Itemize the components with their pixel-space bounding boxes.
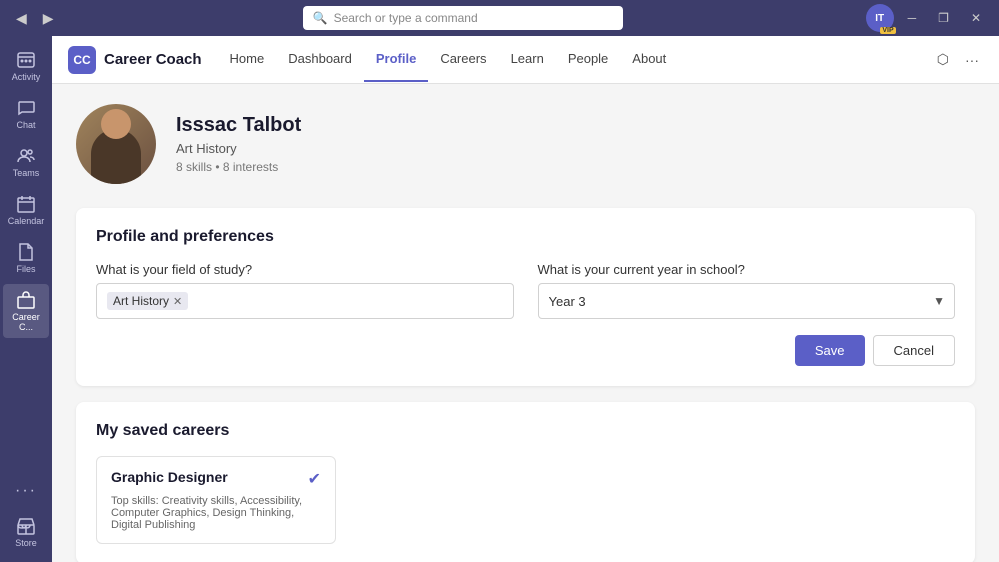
sidebar-item-teams[interactable]: Teams: [3, 140, 49, 184]
main-area: CC Career Coach Home Dashboard Profile C…: [52, 36, 999, 562]
sidebar-item-store-label: Store: [15, 538, 37, 548]
preferences-title: Profile and preferences: [96, 228, 955, 246]
saved-careers-card: My saved careers Graphic Designer ✔ Top …: [76, 402, 975, 562]
sidebar: Activity Chat Teams Calendar Files Caree…: [0, 36, 52, 562]
nav-careers[interactable]: Careers: [428, 37, 498, 82]
store-icon: [16, 516, 36, 536]
nav-people[interactable]: People: [556, 37, 620, 82]
saved-careers-title: My saved careers: [96, 422, 955, 440]
sidebar-item-activity-label: Activity: [12, 72, 41, 82]
nav-dashboard[interactable]: Dashboard: [276, 37, 364, 82]
calendar-icon: [16, 194, 36, 214]
sidebar-item-teams-label: Teams: [13, 168, 40, 178]
year-select[interactable]: Year 1 Year 2 Year 3 Year 4 Year 5: [538, 283, 956, 319]
minimize-button[interactable]: ─: [900, 9, 925, 27]
profile-avatar: [76, 104, 156, 184]
title-bar-right: IT VIP ─ ❐ ✕: [866, 4, 989, 32]
preferences-card: Profile and preferences What is your fie…: [76, 208, 975, 386]
title-bar: ◀ ▶ 🔍 Search or type a command IT VIP ─ …: [0, 0, 999, 36]
sidebar-item-calendar-label: Calendar: [8, 216, 45, 226]
sidebar-item-calendar[interactable]: Calendar: [3, 188, 49, 232]
user-avatar[interactable]: IT VIP: [866, 4, 894, 32]
user-initials: IT: [875, 13, 884, 24]
sidebar-item-more[interactable]: ···: [3, 476, 49, 506]
career-coach-logo-icon: CC: [68, 46, 96, 74]
remove-tag-button[interactable]: ✕: [173, 295, 182, 308]
year-group: What is your current year in school? Yea…: [538, 262, 956, 319]
person-body: [91, 129, 141, 184]
profile-name: Isssac Talbot: [176, 114, 301, 137]
app-logo: CC Career Coach: [68, 46, 202, 74]
search-placeholder: Search or type a command: [334, 11, 478, 25]
sidebar-item-chat-label: Chat: [16, 120, 35, 130]
title-bar-left: ◀ ▶: [10, 8, 60, 29]
more-options-button[interactable]: ···: [961, 47, 983, 72]
restore-button[interactable]: ❐: [930, 9, 957, 27]
more-dots-icon: ···: [15, 482, 37, 500]
profile-stats: 8 skills • 8 interests: [176, 160, 301, 174]
sidebar-item-activity[interactable]: Activity: [3, 44, 49, 88]
search-icon: 🔍: [313, 11, 328, 25]
year-select-wrapper: Year 1 Year 2 Year 3 Year 4 Year 5 ▼: [538, 283, 956, 319]
nav-learn[interactable]: Learn: [499, 37, 556, 82]
logo-initials: CC: [73, 53, 90, 67]
field-of-study-tag: Art History ✕: [107, 292, 188, 310]
content-area: Isssac Talbot Art History 8 skills • 8 i…: [52, 84, 999, 562]
external-link-button[interactable]: ⬡: [933, 47, 953, 72]
nav-home[interactable]: Home: [218, 37, 277, 82]
sidebar-item-store[interactable]: Store: [3, 510, 49, 554]
sidebar-item-career[interactable]: Career C...: [3, 284, 49, 338]
nav-profile[interactable]: Profile: [364, 37, 428, 82]
nav-back-button[interactable]: ◀: [10, 8, 33, 29]
career-icon: [16, 290, 36, 310]
app-nav: Home Dashboard Profile Careers Learn Peo…: [218, 37, 679, 82]
save-button[interactable]: Save: [795, 335, 865, 366]
cancel-button[interactable]: Cancel: [873, 335, 955, 366]
person-head: [101, 109, 131, 139]
app-topbar: CC Career Coach Home Dashboard Profile C…: [52, 36, 999, 84]
search-bar[interactable]: 🔍 Search or type a command: [303, 6, 623, 30]
nav-about[interactable]: About: [620, 37, 678, 82]
vip-badge: VIP: [880, 27, 895, 34]
form-actions: Save Cancel: [96, 335, 955, 366]
field-of-study-label: What is your field of study?: [96, 262, 514, 277]
career-name: Graphic Designer: [111, 469, 228, 485]
app-title: Career Coach: [104, 51, 202, 68]
teams-icon: [16, 146, 36, 166]
nav-buttons: ◀ ▶: [10, 8, 60, 29]
nav-forward-button[interactable]: ▶: [37, 8, 60, 29]
profile-info: Isssac Talbot Art History 8 skills • 8 i…: [176, 114, 301, 174]
career-check-icon: ✔: [308, 469, 321, 489]
sidebar-item-files[interactable]: Files: [3, 236, 49, 280]
topbar-actions: ⬡ ···: [933, 47, 983, 72]
activity-icon: [16, 50, 36, 70]
profile-major: Art History: [176, 141, 301, 156]
chat-icon: [16, 98, 36, 118]
preferences-form-row: What is your field of study? Art History…: [96, 262, 955, 319]
career-item[interactable]: Graphic Designer ✔ Top skills: Creativit…: [96, 456, 336, 544]
tag-text: Art History: [113, 294, 169, 308]
sidebar-item-files-label: Files: [16, 264, 35, 274]
field-of-study-group: What is your field of study? Art History…: [96, 262, 514, 319]
career-item-header: Graphic Designer ✔: [111, 469, 321, 489]
sidebar-item-chat[interactable]: Chat: [3, 92, 49, 136]
sidebar-item-career-label: Career C...: [7, 312, 45, 332]
career-skills: Top skills: Creativity skills, Accessibi…: [111, 495, 321, 531]
close-button[interactable]: ✕: [963, 9, 989, 27]
field-of-study-input[interactable]: Art History ✕: [96, 283, 514, 319]
profile-header: Isssac Talbot Art History 8 skills • 8 i…: [76, 104, 975, 184]
files-icon: [16, 242, 36, 262]
year-label: What is your current year in school?: [538, 262, 956, 277]
